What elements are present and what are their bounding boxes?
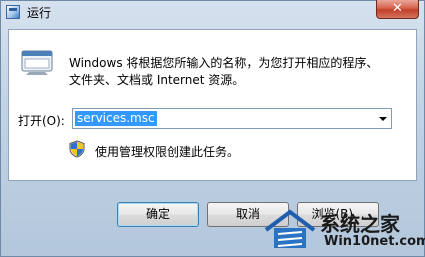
title-bar[interactable]: 运行 ✕ (0, 0, 425, 24)
open-field-label: 打开(O): (18, 114, 65, 128)
admin-privilege-note: 使用管理权限创建此任务。 (95, 145, 240, 159)
open-input-value[interactable]: services.msc (75, 111, 157, 126)
open-combobox[interactable]: services.msc (72, 108, 392, 129)
uac-shield-icon (69, 140, 85, 158)
chevron-down-icon[interactable] (376, 112, 389, 125)
window-title: 运行 (27, 6, 52, 20)
dialog-client-area: Windows 将根据您所输入的名称，为您打开相应的程序、 文件夹、文档或 In… (8, 29, 417, 181)
close-button[interactable]: ✕ (376, 0, 419, 19)
description-line-2: 文件夹、文档或 Internet 资源。 (69, 73, 245, 87)
house-logo-icon (264, 209, 316, 248)
ok-button[interactable]: 确定 (117, 202, 199, 227)
watermark-url: Win10net.com (324, 234, 425, 249)
description-line-1: Windows 将根据您所输入的名称，为您打开相应的程序、 (69, 56, 379, 70)
watermark-brand: 系统之家 (320, 212, 400, 236)
run-program-icon (21, 50, 53, 75)
site-watermark: 系统之家 Win10net.com (262, 206, 425, 254)
run-app-icon (6, 5, 20, 19)
run-dialog-window: 运行 ✕ Windows 将根据您所输入的名称，为您打开相应的程序、 文件夹、文… (0, 0, 425, 257)
close-icon: ✕ (392, 1, 403, 16)
